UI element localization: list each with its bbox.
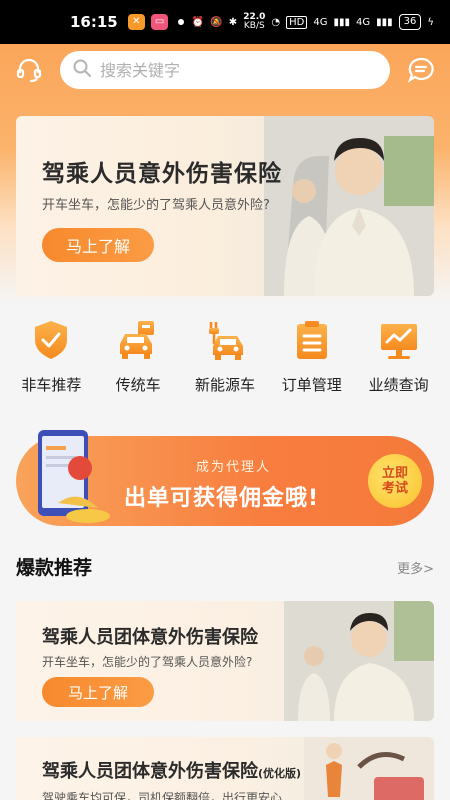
chart-monitor-icon	[380, 324, 417, 359]
promo-subtitle: 成为代理人	[196, 460, 272, 475]
wifi-icon: ◔	[271, 16, 281, 28]
product-title-suffix: (优化版)	[258, 767, 302, 780]
signal-bars-icon: ▮▮▮	[333, 16, 351, 28]
category-label: 非车推荐	[21, 376, 82, 394]
signal-4g-1: 4G	[313, 16, 328, 28]
category-new-energy-car[interactable]: 新能源车	[183, 318, 267, 408]
agent-promo-banner[interactable]: 成为代理人 出单可获得佣金哦! 立即考试	[16, 430, 434, 526]
take-exam-button[interactable]: 立即考试	[368, 454, 422, 508]
battery-indicator: 36	[398, 14, 422, 30]
product-title: 驾乘人员团体意外伤害保险(优化版)	[42, 761, 302, 782]
banner-learn-more-button[interactable]: 马上了解	[42, 228, 154, 262]
status-bar: 16:15 ✕ ▭ ⏰ 🔕 ✱ 22.0 KB/S ◔ HD 4G ▮▮▮ 4G …	[0, 0, 450, 44]
banner-title: 驾乘人员意外伤害保险	[42, 161, 282, 187]
net-speed: 22.0 KB/S	[243, 12, 266, 31]
search-icon	[72, 58, 92, 82]
clipboard-icon	[296, 321, 327, 359]
category-label: 订单管理	[281, 376, 342, 394]
category-order-management[interactable]: 订单管理	[270, 318, 354, 408]
section-title: 爆款推荐	[16, 557, 93, 579]
status-icons: ⏰ 🔕 ✱ 22.0 KB/S ◔ HD 4G ▮▮▮ 4G ▮▮▮ 36 ϟ	[192, 13, 434, 31]
mute-icon: 🔕	[210, 16, 223, 28]
ev-car-icon	[208, 322, 243, 360]
charging-icon: ϟ	[427, 16, 434, 28]
car-icon	[120, 321, 155, 359]
shield-check-icon	[35, 321, 68, 359]
product-title: 驾乘人员团体意外伤害保险	[42, 627, 258, 648]
signal-bars-icon-2: ▮▮▮	[376, 16, 393, 28]
category-non-vehicle[interactable]: 非车推荐	[9, 318, 93, 408]
hero-banner[interactable]: 驾乘人员意外伤害保险 开车坐车，怎能少的了驾乘人员意外险? 马上了解	[16, 116, 434, 296]
product-card[interactable]: 驾乘人员团体意外伤害保险 开车坐车，怎能少的了驾乘人员意外险? 马上了解	[16, 601, 434, 721]
status-time: 16:15	[70, 13, 118, 31]
product-desc: 开车坐车，怎能少的了驾乘人员意外险?	[42, 655, 253, 669]
family-photo	[284, 601, 434, 721]
signal-4g-2: 4G	[356, 16, 371, 28]
notification-dot	[178, 19, 184, 25]
driver-photo	[264, 116, 434, 296]
app-notification-icon-2: ▭	[150, 14, 169, 30]
message-icon[interactable]	[406, 55, 436, 85]
more-link[interactable]: 更多>	[397, 558, 434, 577]
banner-subtitle: 开车坐车，怎能少的了驾乘人员意外险?	[42, 198, 270, 213]
app-notification-icon: ✕	[127, 14, 145, 30]
product-desc: 驾驶乘车均可保，司机保额翻倍，出行更安心	[42, 791, 283, 800]
hd-badge: HD	[286, 15, 308, 29]
search-bar[interactable]	[60, 51, 390, 89]
category-label: 业绩查询	[368, 376, 429, 394]
product-card[interactable]: 驾乘人员团体意外伤害保险(优化版) 驾驶乘车均可保，司机保额翻倍，出行更安心	[16, 737, 434, 800]
category-traditional-car[interactable]: 传统车	[96, 318, 180, 408]
phone-illustration	[38, 430, 110, 523]
product-learn-more-button[interactable]: 马上了解	[42, 677, 154, 707]
category-label: 传统车	[115, 376, 161, 394]
app-header	[0, 44, 450, 96]
category-performance-query[interactable]: 业绩查询	[357, 318, 441, 408]
customer-service-icon[interactable]	[14, 55, 44, 85]
bluetooth-icon: ✱	[228, 16, 238, 28]
alarm-icon: ⏰	[191, 16, 205, 28]
promo-illustration	[304, 737, 434, 800]
promo-title: 出单可获得佣金哦!	[124, 486, 320, 511]
category-label: 新能源车	[194, 376, 255, 394]
search-input[interactable]	[100, 60, 378, 80]
category-grid: 非车推荐 传统车 新能源车 订单管理 业绩查询	[0, 318, 450, 408]
